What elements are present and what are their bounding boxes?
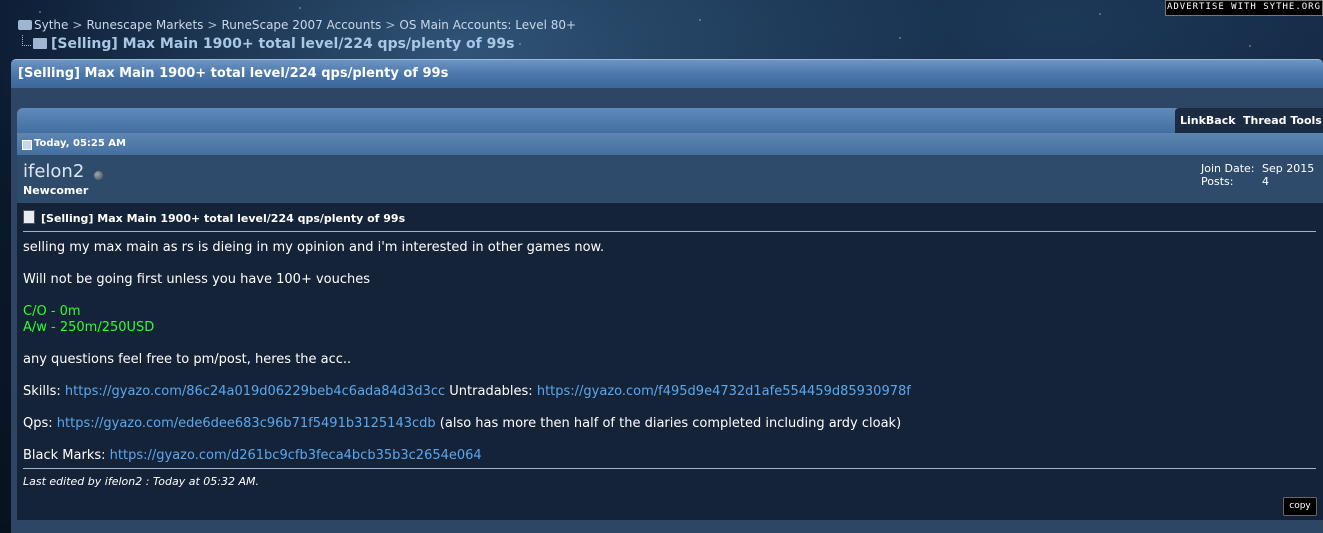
- post-title: [Selling] Max Main 1900+ total level/224…: [23, 210, 405, 225]
- message-line: selling my max main as rs is dieing in m…: [23, 240, 605, 255]
- aw-line: A/w - 250m/250USD: [23, 320, 155, 335]
- folder-icon: [33, 38, 47, 49]
- thread-tab-bar: LinkBack Thread Tools: [17, 108, 1323, 133]
- post-body: [Selling] Max Main 1900+ total level/224…: [17, 203, 1323, 520]
- username-link[interactable]: ifelon2: [23, 161, 84, 182]
- untradables-label: Untradables:: [449, 384, 533, 399]
- user-info: Join Date: Sep 2015 Posts: 4: [1201, 162, 1314, 188]
- black-marks-label: Black Marks:: [23, 448, 106, 463]
- message-line: Will not be going first unless you have …: [23, 272, 371, 287]
- message-line: any questions feel free to pm/post, here…: [23, 352, 352, 367]
- post-status-icon: [22, 140, 32, 150]
- advertise-banner[interactable]: ADVERTISE WITH SYTHE.ORG: [1165, 0, 1323, 16]
- qps-line: Qps: https://gyazo.com/ede6dee683c96b71f…: [23, 416, 911, 432]
- breadcrumb-link-runescape-markets[interactable]: Runescape Markets: [86, 18, 203, 32]
- qps-note: (also has more then half of the diaries …: [439, 416, 902, 431]
- breadcrumb-current-title: [Selling] Max Main 1900+ total level/224…: [51, 36, 515, 52]
- tree-line-icon: [22, 35, 31, 46]
- user-rank: Newcomer: [23, 184, 89, 197]
- post-title-text: [Selling] Max Main 1900+ total level/224…: [41, 212, 406, 225]
- copy-button[interactable]: copy: [1283, 497, 1317, 516]
- thread-title-bar: [Selling] Max Main 1900+ total level/224…: [11, 59, 1323, 89]
- offline-status-icon: [94, 171, 103, 180]
- post-message: selling my max main as rs is dieing in m…: [23, 240, 911, 464]
- linkback-tab[interactable]: LinkBack: [1180, 114, 1236, 127]
- forum-home-icon[interactable]: [18, 20, 32, 30]
- qps-link[interactable]: https://gyazo.com/ede6dee683c96b71f5491b…: [57, 416, 436, 431]
- thread-tools-tab[interactable]: Thread Tools: [1243, 114, 1322, 127]
- document-icon: [23, 210, 35, 224]
- qps-label: Qps:: [23, 416, 53, 431]
- breadcrumb-separator: >: [72, 18, 83, 32]
- breadcrumb-separator: >: [207, 18, 218, 32]
- join-date-value: Sep 2015: [1262, 162, 1315, 175]
- breadcrumb-link-os-main-accounts[interactable]: OS Main Accounts: Level 80+: [399, 18, 576, 32]
- last-edited-note: Last edited by ifelon2 : Today at 05:32 …: [23, 475, 259, 488]
- container-footer: [17, 520, 1323, 533]
- posts-label: Posts:: [1201, 175, 1234, 188]
- join-date-label: Join Date:: [1201, 162, 1255, 175]
- breadcrumb-separator: >: [385, 18, 396, 32]
- black-marks-line: Black Marks: https://gyazo.com/d261bc9cf…: [23, 448, 911, 464]
- skills-link[interactable]: https://gyazo.com/86c24a019d06229beb4c6a…: [65, 384, 445, 399]
- post-date: Today, 05:25 AM: [34, 138, 126, 149]
- black-marks-link[interactable]: https://gyazo.com/d261bc9cfb3feca4bcb35b…: [110, 448, 482, 463]
- post-user-bar: ifelon2 Newcomer Join Date: Sep 2015 Post…: [17, 155, 1323, 203]
- posts-value: 4: [1262, 175, 1269, 188]
- breadcrumb: Sythe > Runescape Markets > RuneScape 2007 A…: [18, 18, 576, 32]
- untradables-link[interactable]: https://gyazo.com/f495d9e4732d1afe554459…: [537, 384, 911, 399]
- breadcrumb-link-sythe[interactable]: Sythe: [34, 18, 68, 32]
- post-date-bar: Today, 05:25 AM: [17, 133, 1323, 155]
- divider: [23, 468, 1316, 469]
- co-line: C/O - 0m: [23, 304, 81, 319]
- skills-label: Skills:: [23, 384, 61, 399]
- breadcrumb-current: [Selling] Max Main 1900+ total level/224…: [22, 35, 514, 52]
- divider: [23, 231, 1316, 232]
- thread-title: [Selling] Max Main 1900+ total level/224…: [18, 66, 449, 81]
- breadcrumb-link-rs2007-accounts[interactable]: RuneScape 2007 Accounts: [221, 18, 381, 32]
- skills-line: Skills: https://gyazo.com/86c24a019d0622…: [23, 384, 911, 400]
